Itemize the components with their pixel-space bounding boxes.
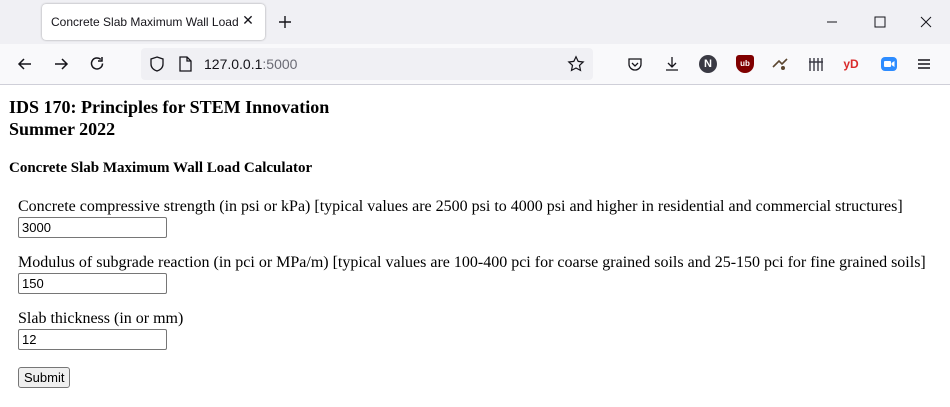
zoom-icon[interactable] <box>880 55 898 73</box>
back-icon[interactable] <box>15 54 35 74</box>
tab-strip: Concrete Slab Maximum Wall Load ✕ <box>0 0 950 44</box>
extension-bars-icon[interactable] <box>807 55 825 73</box>
page-title: IDS 170: Principles for STEM Innovation … <box>9 96 329 140</box>
page-icon[interactable] <box>176 55 194 73</box>
reload-icon[interactable] <box>87 54 107 74</box>
url-bar[interactable]: 127.0.0.1:5000 <box>141 48 593 80</box>
navigation-toolbar: 127.0.0.1:5000 N ub yD <box>0 44 950 85</box>
n-extension-icon[interactable]: N <box>699 55 717 73</box>
minimize-icon[interactable] <box>823 13 841 31</box>
compressive-strength-input[interactable] <box>18 217 167 238</box>
url-host: 127.0.0.1 <box>204 56 263 72</box>
page-content: IDS 170: Principles for STEM Innovation … <box>0 86 950 407</box>
yd-extension-icon[interactable]: yD <box>842 55 860 73</box>
shield-icon[interactable] <box>148 55 166 73</box>
bookmark-star-icon[interactable] <box>567 55 585 73</box>
subgrade-modulus-input[interactable] <box>18 273 167 294</box>
active-tab[interactable]: Concrete Slab Maximum Wall Load ✕ <box>42 4 265 40</box>
tab-close-icon[interactable]: ✕ <box>241 13 255 27</box>
downloads-icon[interactable] <box>663 55 681 73</box>
new-tab-icon[interactable] <box>276 13 294 31</box>
menu-icon[interactable] <box>915 55 933 73</box>
course-title: IDS 170: Principles for STEM Innovation <box>9 97 330 117</box>
submit-button[interactable]: Submit <box>18 367 71 388</box>
url-text[interactable]: 127.0.0.1:5000 <box>204 56 297 72</box>
url-port: :5000 <box>262 56 298 72</box>
extension-icon[interactable] <box>771 55 789 73</box>
maximize-icon[interactable] <box>871 13 889 31</box>
forward-icon[interactable] <box>51 54 71 74</box>
slab-thickness-input[interactable] <box>18 329 167 350</box>
tab-title: Concrete Slab Maximum Wall Load <box>51 15 239 29</box>
slab-thickness-label: Slab thickness (in or mm) <box>18 310 184 327</box>
calculator-title: Concrete Slab Maximum Wall Load Calculat… <box>9 160 313 176</box>
compressive-strength-label: Concrete compressive strength (in psi or… <box>18 198 903 215</box>
subgrade-modulus-label: Modulus of subgrade reaction (in pci or … <box>18 254 926 271</box>
pocket-icon[interactable] <box>626 55 644 73</box>
ublock-icon[interactable]: ub <box>736 55 754 73</box>
close-window-icon[interactable] <box>917 13 935 31</box>
term-title: Summer 2022 <box>9 119 116 139</box>
